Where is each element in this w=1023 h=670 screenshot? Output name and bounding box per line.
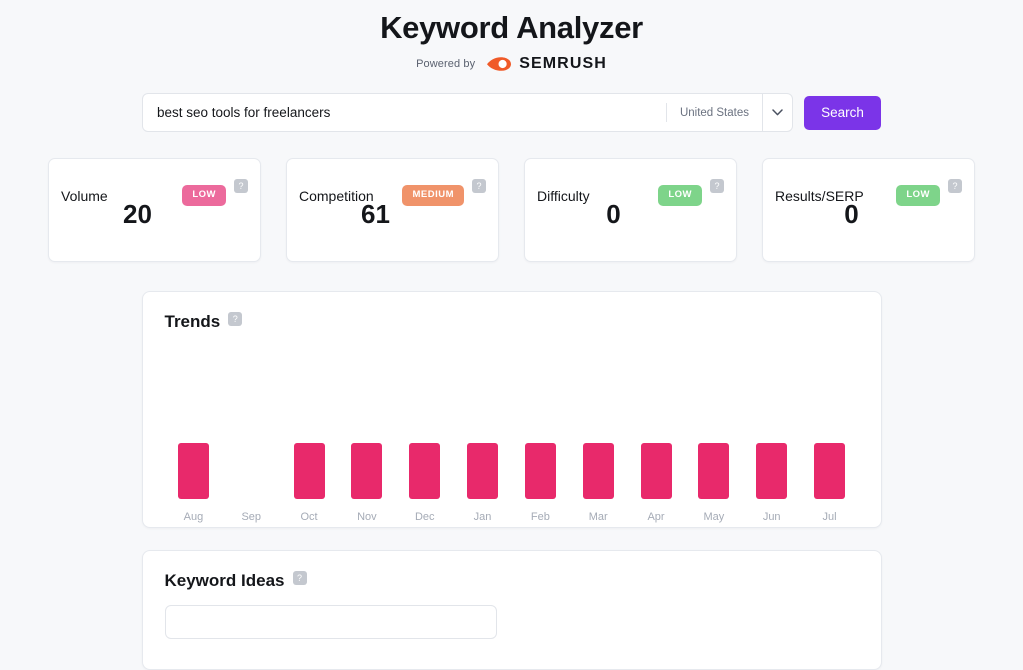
chart-bar-zone (627, 359, 685, 499)
keyword-ideas-panel: Keyword Ideas ? (141, 550, 882, 670)
metric-value: 61 (361, 199, 390, 229)
chart-x-label: Jan (473, 511, 492, 523)
chart-x-label: Oct (300, 511, 318, 523)
chart-x-label: Sep (241, 511, 262, 523)
metric-cards-row: Volume LOW ? 20 Competition MEDIUM ? 61 … (0, 158, 1023, 262)
help-icon[interactable]: ? (292, 571, 307, 585)
chart-bar[interactable] (756, 443, 788, 499)
semrush-comet-icon (487, 57, 512, 71)
chart-x-label: Feb (530, 511, 550, 523)
chart-x-label: Mar (588, 511, 608, 523)
metric-card-competition: Competition MEDIUM ? 61 (286, 158, 499, 262)
metric-card-volume: Volume LOW ? 20 (48, 158, 261, 262)
chart-bar[interactable] (698, 443, 730, 499)
chart-column: Jun (743, 346, 801, 524)
chart-bar[interactable] (640, 443, 672, 499)
page-title: Keyword Analyzer (380, 10, 643, 45)
chart-column: Apr (627, 346, 685, 524)
chart-x-label: Nov (357, 511, 377, 523)
help-icon[interactable]: ? (228, 312, 243, 326)
metric-value: 0 (844, 199, 859, 229)
help-icon[interactable]: ? (948, 179, 962, 193)
chart-bar-zone (454, 359, 512, 499)
chart-bar-zone (685, 359, 743, 499)
trends-header: Trends ? (165, 312, 859, 332)
chart-bar-zone (165, 359, 223, 499)
keyword-ideas-input[interactable] (164, 605, 497, 639)
chart-column: Dec (396, 346, 454, 524)
country-selector[interactable]: United States (667, 94, 762, 131)
chart-column: Aug (165, 346, 223, 524)
chart-column: Nov (338, 346, 396, 524)
chart-x-label: Dec (414, 511, 435, 523)
chart-column: Oct (280, 346, 338, 524)
trends-panel: Trends ? Aug Sep Oct Nov Dec Jan Feb Mar Apr May J… (141, 291, 882, 528)
chart-x-label: Jul (822, 511, 837, 523)
trends-title: Trends (164, 312, 221, 331)
chart-bar-zone (511, 359, 569, 499)
keyword-ideas-title: Keyword Ideas (164, 571, 285, 590)
powered-by-row: Powered by SEMRUSH (0, 55, 1023, 73)
chart-bar[interactable] (409, 443, 441, 499)
chart-bar-zone (222, 359, 280, 499)
chart-bar[interactable] (582, 443, 614, 499)
chart-column: Mar (569, 346, 627, 524)
country-label: United States (679, 106, 749, 119)
chart-column: May (685, 346, 743, 524)
chart-x-label: May (703, 511, 725, 523)
search-box: United States (142, 93, 793, 132)
semrush-logo: SEMRUSH (486, 55, 607, 73)
country-dropdown-button[interactable] (762, 94, 792, 131)
chart-x-label: Aug (183, 511, 204, 523)
chart-bar-zone (569, 359, 627, 499)
help-icon[interactable]: ? (710, 179, 724, 193)
chart-bar-zone (801, 359, 859, 499)
chart-x-label: Apr (647, 511, 665, 523)
page-header: Keyword Analyzer Powered by SEMRUSH (0, 0, 1023, 73)
chart-column: Jan (454, 346, 512, 524)
chart-bar[interactable] (177, 443, 209, 499)
chart-column: Jul (801, 346, 859, 524)
chart-bar-zone (743, 359, 801, 499)
powered-by-label: Powered by (416, 58, 476, 70)
metric-value: 0 (606, 199, 621, 229)
chevron-down-icon (772, 109, 783, 116)
trends-bar-chart: Aug Sep Oct Nov Dec Jan Feb Mar Apr May Jun Jul (165, 346, 859, 524)
search-input[interactable] (143, 94, 666, 131)
semrush-wordmark: SEMRUSH (519, 55, 607, 72)
chart-bar[interactable] (814, 443, 846, 499)
search-row: United States Search (0, 93, 1023, 132)
chart-bar-zone (280, 359, 338, 499)
chart-bar-zone (396, 359, 454, 499)
chart-bar[interactable] (524, 443, 556, 499)
metric-value: 20 (123, 199, 152, 229)
help-icon[interactable]: ? (234, 179, 248, 193)
chart-bar[interactable] (293, 443, 325, 499)
chart-bar[interactable] (467, 443, 499, 499)
metric-card-results-serp: Results/SERP LOW ? 0 (762, 158, 975, 262)
chart-column: Sep (222, 346, 280, 524)
chart-x-label: Jun (762, 511, 781, 523)
search-button[interactable]: Search (804, 95, 881, 130)
help-icon[interactable]: ? (472, 179, 486, 193)
metric-card-difficulty: Difficulty LOW ? 0 (524, 158, 737, 262)
keyword-ideas-header: Keyword Ideas ? (165, 571, 859, 591)
chart-bar-zone (338, 359, 396, 499)
chart-bar[interactable] (351, 443, 383, 499)
chart-column: Feb (511, 346, 569, 524)
